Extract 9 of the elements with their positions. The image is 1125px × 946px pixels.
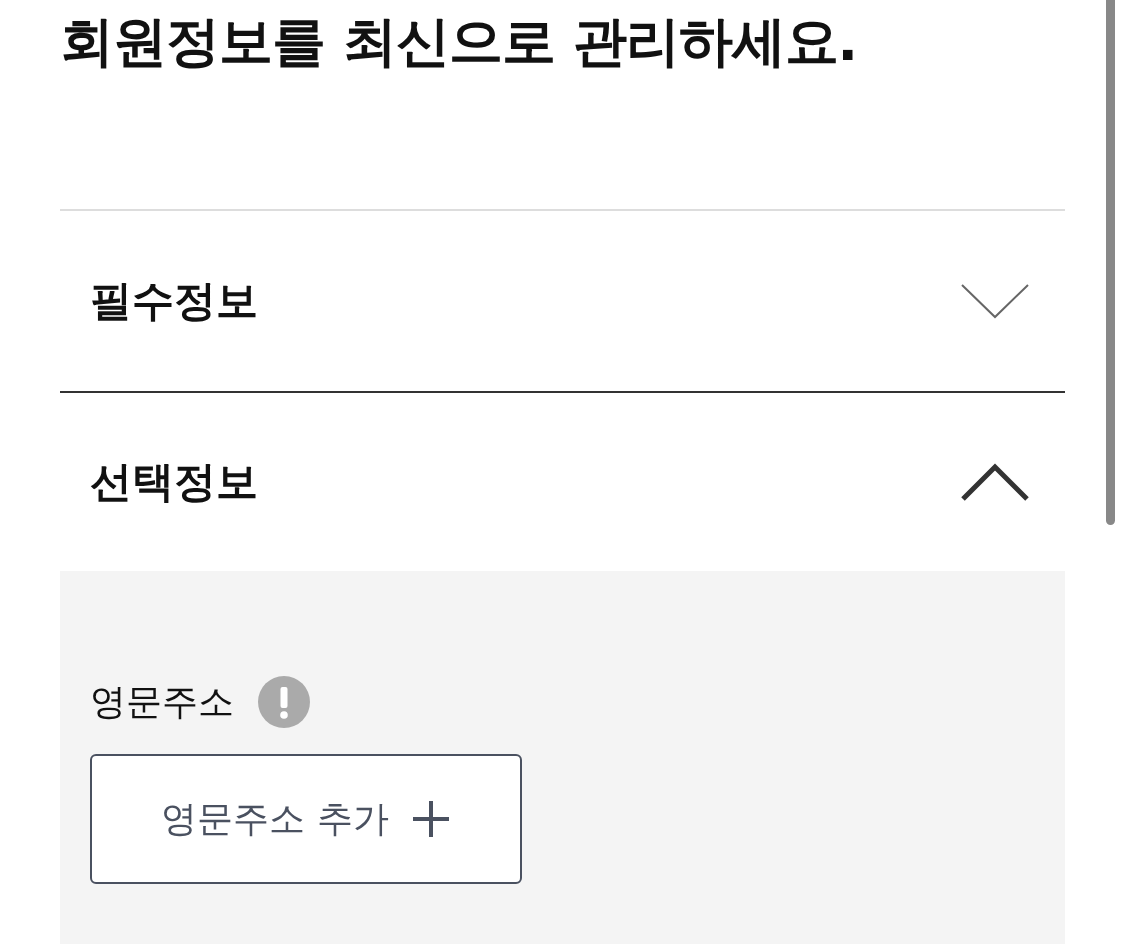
field-label: 영문주소 xyxy=(90,679,234,724)
page-title: 회원정보를 최신으로 관리하세요. xyxy=(60,9,859,75)
add-address-button[interactable]: 영문주소 추가 xyxy=(90,754,522,884)
section-title[interactable]: 필수정보 xyxy=(90,273,258,329)
plus-icon xyxy=(410,799,451,839)
section-title[interactable]: 선택정보 xyxy=(90,454,258,510)
scrollbar[interactable] xyxy=(1106,0,1115,525)
chevron-down-icon[interactable] xyxy=(961,283,1029,319)
chevron-up-icon[interactable] xyxy=(961,463,1029,501)
